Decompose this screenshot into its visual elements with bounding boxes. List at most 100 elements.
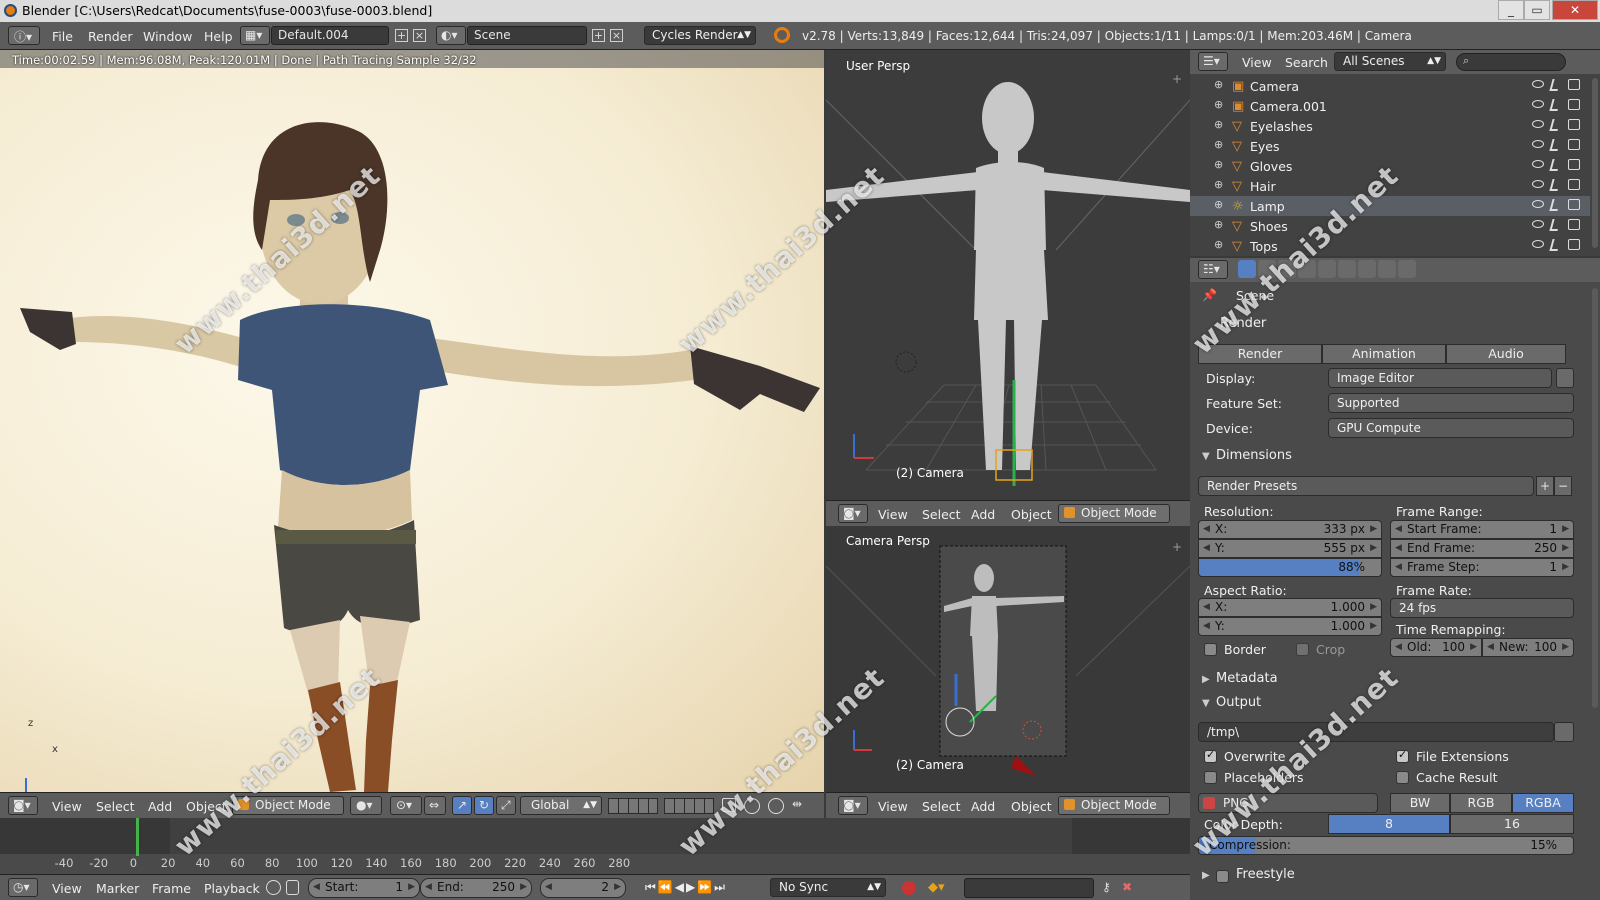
color-depth-8[interactable]: 8 [1328, 814, 1450, 834]
selectable-cursor-icon[interactable] [1549, 159, 1561, 171]
visibility-eye-icon[interactable] [1532, 220, 1544, 228]
pin-icon[interactable]: 📌 [1202, 288, 1217, 302]
metadata-panel-title[interactable]: Metadata [1216, 671, 1278, 686]
border-checkbox[interactable] [1204, 643, 1217, 656]
outliner-item-shoes[interactable]: ⊕ ▽ Shoes [1190, 216, 1590, 236]
selectable-cursor-icon[interactable] [1549, 139, 1561, 151]
scene-field[interactable]: Scene [467, 26, 587, 45]
end-frame-field[interactable]: ◀ End: 250 ▶ [420, 878, 532, 898]
render-presets-dropdown[interactable]: Render Presets [1198, 476, 1534, 496]
menu-search[interactable]: Search [1285, 55, 1328, 70]
record-icon[interactable] [902, 881, 916, 895]
screen-layout-button[interactable]: ▦▾ [240, 26, 270, 45]
menu-frame[interactable]: Frame [152, 881, 191, 896]
editor-type-button[interactable]: ◙▾ [838, 504, 868, 523]
color-mode-rgb[interactable]: RGB [1450, 793, 1512, 813]
pivot-point-button[interactable]: ⊙▾ [390, 796, 422, 815]
expand-icon[interactable]: ⊕ [1214, 158, 1223, 171]
keyframe-icon[interactable]: ◆▾ [928, 880, 945, 895]
menu-help[interactable]: Help [204, 29, 233, 44]
frame-rate-dropdown[interactable]: 24 fps [1390, 598, 1574, 618]
visibility-eye-icon[interactable] [1532, 200, 1544, 208]
renderable-camera-icon[interactable] [1568, 239, 1580, 250]
placeholders-checkbox[interactable] [1204, 771, 1217, 784]
output-panel-title[interactable]: Output [1216, 695, 1261, 710]
renderable-camera-icon[interactable] [1568, 119, 1580, 130]
selectable-cursor-icon[interactable] [1549, 219, 1561, 231]
crop-checkbox[interactable] [1296, 643, 1309, 656]
selectable-cursor-icon[interactable] [1549, 119, 1561, 131]
selectable-cursor-icon[interactable] [1549, 199, 1561, 211]
visibility-eye-icon[interactable] [1532, 80, 1544, 88]
editor-type-properties-button[interactable]: ☷▾ [1198, 260, 1228, 279]
menu-add[interactable]: Add [971, 799, 995, 814]
expand-icon[interactable]: ⊕ [1214, 138, 1223, 151]
renderable-camera-icon[interactable] [1568, 79, 1580, 90]
file-extensions-checkbox[interactable]: ✓ [1396, 748, 1409, 763]
render-engine-dropdown[interactable]: Cycles Render ▲▼ [644, 26, 756, 45]
preview-range-icon[interactable] [266, 880, 281, 895]
visibility-eye-icon[interactable] [1532, 180, 1544, 188]
output-path-input[interactable]: /tmp\ [1198, 722, 1554, 742]
screen-layout-field[interactable]: Default.004 [271, 26, 389, 45]
remap-new-field[interactable]: ◀ New: 100 ▶ [1482, 638, 1574, 657]
visibility-eye-icon[interactable] [1532, 120, 1544, 128]
3d-viewport-user-persp[interactable]: User Persp (2) Camera + [826, 50, 1190, 500]
visibility-eye-icon[interactable] [1532, 240, 1544, 248]
renderable-camera-icon[interactable] [1568, 199, 1580, 210]
remove-scene-icon[interactable]: × [610, 29, 623, 42]
outliner-search-input[interactable]: ⌕ [1456, 53, 1566, 71]
object-mode-dropdown[interactable]: Object Mode [1058, 504, 1170, 523]
start-frame-field[interactable]: ◀ Start Frame: 1 ▶ [1390, 520, 1574, 539]
animation-button[interactable]: Animation [1322, 344, 1446, 364]
expand-icon[interactable]: ⊕ [1214, 238, 1223, 251]
audio-button[interactable]: Audio [1446, 344, 1566, 364]
menu-select[interactable]: Select [922, 507, 961, 522]
editor-type-button[interactable]: ◙▾ [838, 796, 868, 815]
remove-preset-button[interactable]: − [1554, 476, 1572, 496]
menu-view[interactable]: View [52, 881, 82, 896]
menu-window[interactable]: Window [143, 29, 192, 44]
manipulator-toggle[interactable]: ⇔ [424, 796, 446, 815]
scene-selector-button[interactable]: ◐▾ [436, 26, 466, 45]
add-layout-icon[interactable]: + [395, 29, 408, 42]
maximize-button[interactable]: ▭ [1524, 0, 1550, 20]
frame-step-field[interactable]: ◀ Frame Step: 1 ▶ [1390, 558, 1574, 577]
scale-manipulator-button[interactable]: ⤢ [496, 796, 516, 815]
menu-playback[interactable]: Playback [204, 881, 260, 896]
aspect-x-field[interactable]: ◀ X: 1.000 ▶ [1198, 598, 1382, 617]
renderable-camera-icon[interactable] [1568, 179, 1580, 190]
color-depth-16[interactable]: 16 [1450, 814, 1574, 834]
object-mode-dropdown[interactable]: Object Mode [1058, 796, 1170, 815]
3d-viewport-camera-persp[interactable]: Camera Persp (2) Camera + [826, 526, 1190, 792]
rotate-manipulator-button[interactable]: ↻ [474, 796, 494, 815]
menu-object[interactable]: Object [1011, 799, 1052, 814]
renderable-camera-icon[interactable] [1568, 219, 1580, 230]
outliner-item-camera-001[interactable]: ⊕ ▣ Camera.001 [1190, 96, 1590, 116]
add-scene-icon[interactable]: + [592, 29, 605, 42]
object-tab-icon[interactable] [1318, 260, 1336, 278]
freestyle-panel-title[interactable]: Freestyle [1236, 867, 1295, 882]
selectable-cursor-icon[interactable] [1549, 99, 1561, 111]
rendered-viewport[interactable]: Time:00:02.59 | Mem:96.08M, Peak:120.01M… [0, 50, 824, 792]
physics-tab-icon[interactable] [1398, 260, 1416, 278]
expand-icon[interactable]: ⊕ [1214, 98, 1223, 111]
display-dropdown[interactable]: Image Editor [1328, 368, 1552, 388]
cache-result-checkbox[interactable] [1396, 771, 1409, 784]
overwrite-checkbox[interactable]: ✓ [1204, 748, 1217, 763]
texture-tab-icon[interactable] [1378, 260, 1396, 278]
menu-view[interactable]: View [1242, 55, 1272, 70]
add-preset-button[interactable]: + [1536, 476, 1554, 496]
menu-view[interactable]: View [878, 507, 908, 522]
renderable-camera-icon[interactable] [1568, 139, 1580, 150]
current-frame-indicator[interactable] [135, 818, 139, 856]
playback-controls[interactable]: ⏮⏪◀▶⏩⏭ [645, 880, 727, 895]
visibility-eye-icon[interactable] [1532, 160, 1544, 168]
transform-orientation-dropdown[interactable]: Global ▲▼ [520, 796, 602, 815]
translate-manipulator-button[interactable]: ↗ [452, 796, 472, 815]
lock-icon[interactable] [286, 880, 299, 895]
compression-slider[interactable]: Compression: 15% [1198, 836, 1574, 855]
snap-icon[interactable]: ⇹ [792, 797, 802, 811]
menu-select[interactable]: Select [922, 799, 961, 814]
display-options-icon[interactable] [1556, 368, 1574, 388]
